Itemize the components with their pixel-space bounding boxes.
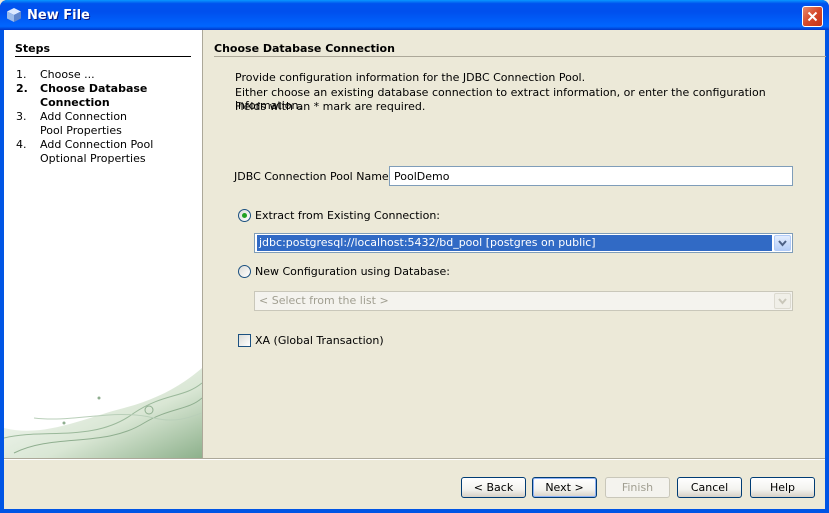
steps-panel: Steps 1. Choose ... 2. Choose Database C… bbox=[4, 30, 203, 458]
new-file-dialog: New File Steps 1. Choose ... 2. Choose D… bbox=[0, 0, 829, 513]
description-line-3: Fields with an * mark are required. bbox=[235, 100, 426, 113]
xa-checkbox-label[interactable]: XA (Global Transaction) bbox=[255, 334, 384, 347]
step-number: 1. bbox=[16, 68, 27, 81]
netbeans-cube-icon bbox=[7, 8, 21, 22]
chevron-down-icon bbox=[778, 240, 787, 247]
xa-checkbox[interactable] bbox=[238, 334, 251, 347]
chevron-down-icon bbox=[778, 298, 787, 305]
extract-existing-radio[interactable] bbox=[238, 209, 251, 222]
cancel-button[interactable]: Cancel bbox=[677, 477, 742, 498]
step-number: 3. bbox=[16, 110, 27, 123]
description-line-1: Provide configuration information for th… bbox=[235, 71, 586, 84]
step-number: 4. bbox=[16, 138, 27, 151]
close-icon bbox=[807, 11, 818, 22]
title-divider bbox=[214, 56, 826, 57]
window-title: New File bbox=[27, 8, 90, 23]
pool-name-input[interactable]: PoolDemo bbox=[389, 166, 793, 186]
step-label: Choose ... bbox=[40, 68, 95, 81]
steps-heading: Steps bbox=[15, 42, 51, 55]
database-select[interactable]: < Select from the list > bbox=[254, 291, 793, 311]
database-select-value: < Select from the list > bbox=[259, 294, 389, 307]
extract-existing-label[interactable]: Extract from Existing Connection: bbox=[255, 209, 440, 222]
new-configuration-radio[interactable] bbox=[238, 265, 251, 278]
dropdown-button[interactable] bbox=[774, 235, 791, 251]
decorative-swirl-image bbox=[4, 368, 202, 458]
step-number: 2. bbox=[16, 82, 28, 95]
title-bar[interactable]: New File bbox=[0, 0, 829, 30]
back-button[interactable]: < Back bbox=[461, 477, 526, 498]
pool-name-label: JDBC Connection Pool Name:* bbox=[234, 170, 398, 183]
step-label: Add Connection Pool Properties bbox=[40, 110, 128, 137]
step-label: Choose Database Connection bbox=[40, 82, 148, 109]
new-configuration-label[interactable]: New Configuration using Database: bbox=[255, 265, 450, 278]
help-button[interactable]: Help bbox=[750, 477, 815, 498]
button-bar-divider bbox=[4, 458, 825, 460]
dropdown-button[interactable] bbox=[774, 293, 791, 309]
next-button[interactable]: Next > bbox=[532, 477, 597, 498]
finish-button[interactable]: Finish bbox=[605, 477, 670, 498]
existing-connection-select[interactable]: jdbc:postgresql://localhost:5432/bd_pool… bbox=[254, 233, 793, 253]
window-frame-bottom bbox=[0, 509, 829, 513]
step-label: Add Connection Pool Optional Properties bbox=[40, 138, 154, 165]
page-title: Choose Database Connection bbox=[214, 42, 395, 55]
close-button[interactable] bbox=[802, 6, 823, 27]
steps-divider bbox=[15, 56, 191, 57]
existing-connection-value: jdbc:postgresql://localhost:5432/bd_pool… bbox=[257, 235, 772, 251]
